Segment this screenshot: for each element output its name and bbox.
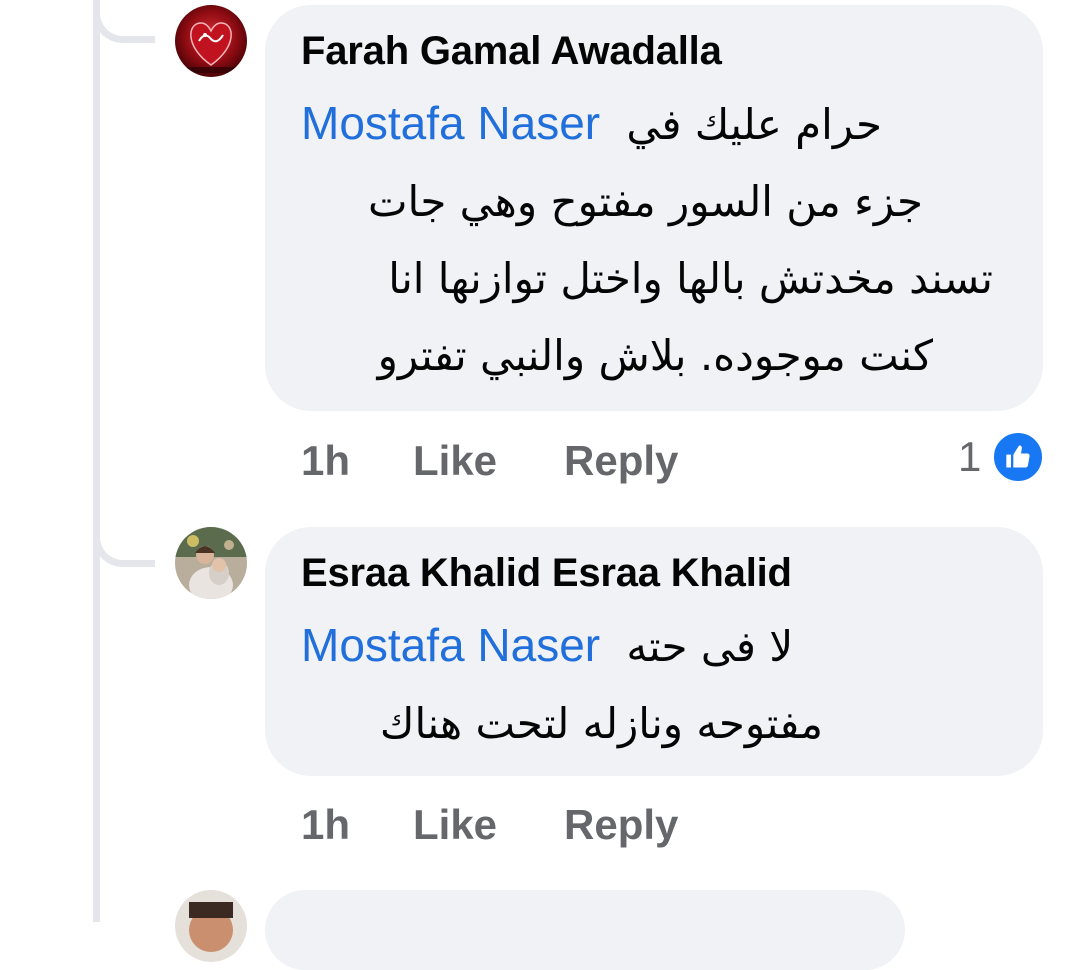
mention-link[interactable]: Mostafa Naser [301, 97, 600, 149]
reply-button[interactable]: Reply [564, 801, 678, 849]
comment-actions: 1h Like Reply [301, 433, 678, 489]
comment-text: Mostafa Naser حرام عليك في جزء من السور … [301, 85, 1003, 394]
thread-connector [93, 9, 155, 43]
red-heart-calligraphy-avatar-icon [175, 5, 247, 77]
mention-link[interactable]: Mostafa Naser [301, 619, 600, 671]
avatar[interactable] [175, 890, 247, 962]
comment-line: حرام عليك في [626, 100, 882, 149]
comment-text: Mostafa Naser لا فى حته مفتوحه ونازله لت… [301, 607, 1003, 762]
comment-line: لا فى حته [626, 622, 794, 671]
comment-line: جزء من السور مفتوح وهي جات [368, 177, 923, 226]
comment-author[interactable]: Esraa Khalid Esraa Khalid [301, 549, 1003, 597]
photo-avatar-icon [175, 890, 247, 962]
comment-bubble [265, 890, 905, 970]
comment-line: كنت موجوده. بلاش والنبي تفترو [377, 331, 933, 380]
thumbs-up-icon [991, 430, 1046, 484]
comment-bubble: Farah Gamal Awadalla Mostafa Naser حرام … [265, 5, 1043, 411]
comment-author[interactable]: Farah Gamal Awadalla [301, 27, 1003, 75]
thread-connector [93, 533, 155, 567]
comment-line: تسند مخدتش بالها واختل توازنها انا [388, 254, 993, 303]
avatar[interactable] [175, 5, 247, 77]
like-button[interactable]: Like [413, 801, 564, 849]
comment-actions: 1h Like Reply [301, 797, 678, 853]
reaction-summary[interactable]: 1 [958, 430, 1046, 484]
comment-timestamp[interactable]: 1h [301, 437, 413, 485]
reaction-count: 1 [958, 433, 982, 480]
reply-button[interactable]: Reply [564, 437, 678, 485]
thread-line [93, 0, 100, 922]
photo-avatar-icon [175, 527, 247, 599]
comment-line: مفتوحه ونازله لتحت هناك [379, 699, 823, 748]
avatar[interactable] [175, 527, 247, 599]
comment-timestamp[interactable]: 1h [301, 801, 413, 849]
like-button[interactable]: Like [413, 437, 564, 485]
comment-bubble: Esraa Khalid Esraa Khalid Mostafa Naser … [265, 527, 1043, 776]
